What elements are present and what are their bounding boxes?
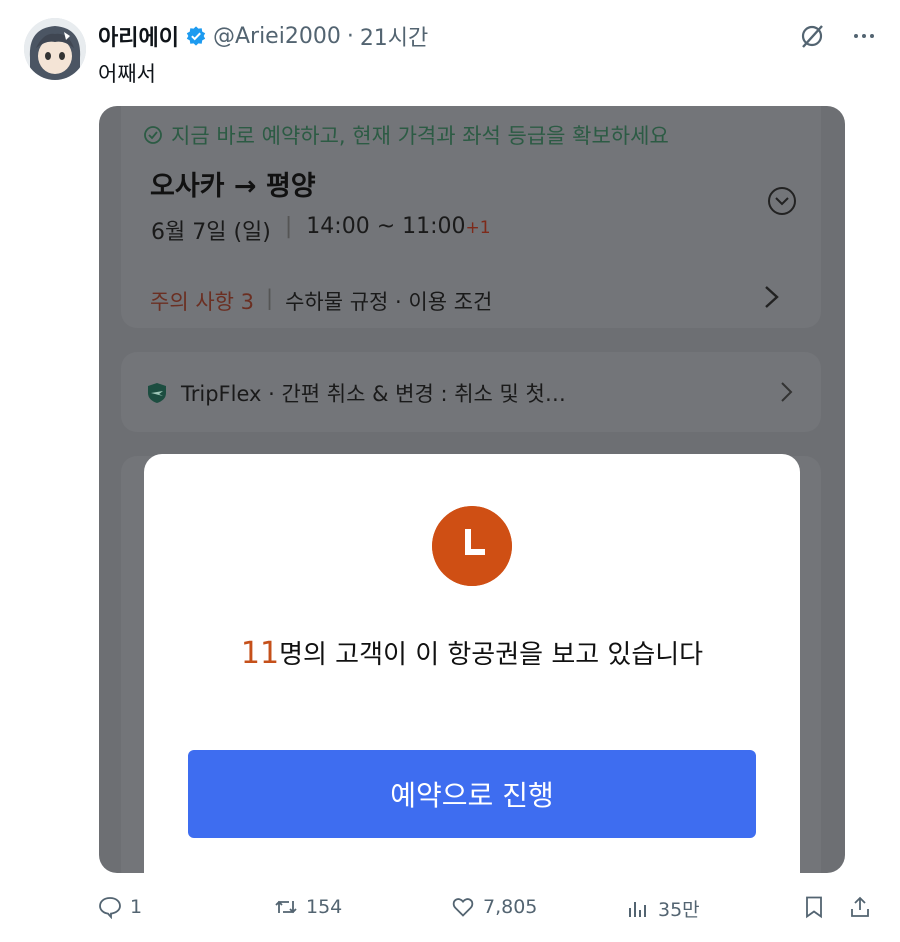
views-chart-icon: [629, 901, 646, 917]
retweet-count: 154: [306, 896, 343, 918]
reply-button[interactable]: 1: [98, 895, 142, 919]
warning-label: 주의 사항 3: [150, 290, 254, 314]
clock-icon: [432, 506, 512, 586]
viewer-text: 명의 고객이 이 항공권을 보고 있습니다: [279, 640, 704, 670]
share-button[interactable]: [848, 895, 872, 919]
user-handle[interactable]: @Ariei2000: [213, 24, 341, 49]
separator-dot: ·: [346, 23, 354, 49]
reply-icon: [99, 897, 121, 919]
proceed-booking-button[interactable]: 예약으로 진행: [188, 750, 756, 838]
check-circle-icon: [144, 126, 162, 144]
flight-schedule: 6월 7일 (일) | 14:00 ~ 11:00+1: [151, 214, 491, 246]
chevron-right-icon[interactable]: [763, 284, 781, 310]
tripflex-row: TripFlex · 간편 취소 & 변경 : 취소 및 첫…: [145, 378, 566, 408]
grok-icon[interactable]: [798, 22, 826, 50]
viewer-message: 11명의 고객이 이 항공권을 보고 있습니다: [144, 634, 800, 671]
day-offset: +1: [465, 218, 491, 238]
bookmark-button[interactable]: [802, 895, 826, 919]
like-button[interactable]: 7,805: [451, 895, 537, 919]
chevron-right-icon[interactable]: [779, 380, 795, 404]
tweet-header: 아리에이 @Ariei2000 · 21시간: [98, 20, 428, 52]
expand-chevron-icon[interactable]: [767, 186, 797, 216]
verified-badge-icon: [186, 26, 206, 46]
top-right-icons: [798, 22, 876, 50]
retweet-icon: [275, 900, 297, 914]
user-name[interactable]: 아리에이: [98, 20, 179, 52]
post-time[interactable]: 21시간: [360, 20, 428, 52]
rules-label: 수하물 규정 · 이용 조건: [285, 290, 493, 314]
reply-count: 1: [130, 896, 143, 918]
avatar[interactable]: [24, 18, 86, 80]
attached-image[interactable]: 지금 바로 예약하고, 현재 가격과 좌석 등급을 확보하세요 오사카 → 평양…: [99, 106, 845, 873]
like-count: 7,805: [483, 896, 538, 918]
booking-notice: 지금 바로 예약하고, 현재 가격과 좌석 등급을 확보하세요: [143, 120, 669, 150]
action-bar: 1 154 7,805 35만: [98, 895, 878, 925]
notice-row[interactable]: 주의 사항 3 | 수하물 규정 · 이용 조건: [150, 286, 492, 316]
flight-date: 6월 7일 (일): [151, 220, 271, 245]
heart-icon: [452, 898, 474, 917]
viewer-count: 11: [240, 636, 280, 671]
share-icon: [851, 896, 869, 917]
viewer-popup: 11명의 고객이 이 항공권을 보고 있습니다 예약으로 진행: [144, 454, 800, 873]
flight-time: 14:00 ~ 11:00+1: [306, 214, 491, 239]
flight-route: 오사카 → 평양: [150, 171, 316, 202]
bookmark-icon: [806, 896, 822, 919]
tripflex-text: TripFlex · 간편 취소 & 변경 : 취소 및 첫…: [181, 382, 566, 406]
view-count: 35만: [658, 899, 700, 921]
views-button[interactable]: 35만: [626, 895, 700, 922]
more-options-icon[interactable]: [852, 24, 876, 48]
divider: |: [284, 214, 293, 239]
shield-plane-icon: [148, 383, 166, 403]
divider: |: [266, 286, 274, 310]
tweet-text: 어째서: [98, 62, 156, 86]
retweet-button[interactable]: 154: [274, 895, 342, 919]
tripflex-card[interactable]: TripFlex · 간편 취소 & 변경 : 취소 및 첫…: [121, 352, 821, 432]
notice-text: 지금 바로 예약하고, 현재 가격과 좌석 등급을 확보하세요: [171, 124, 669, 148]
